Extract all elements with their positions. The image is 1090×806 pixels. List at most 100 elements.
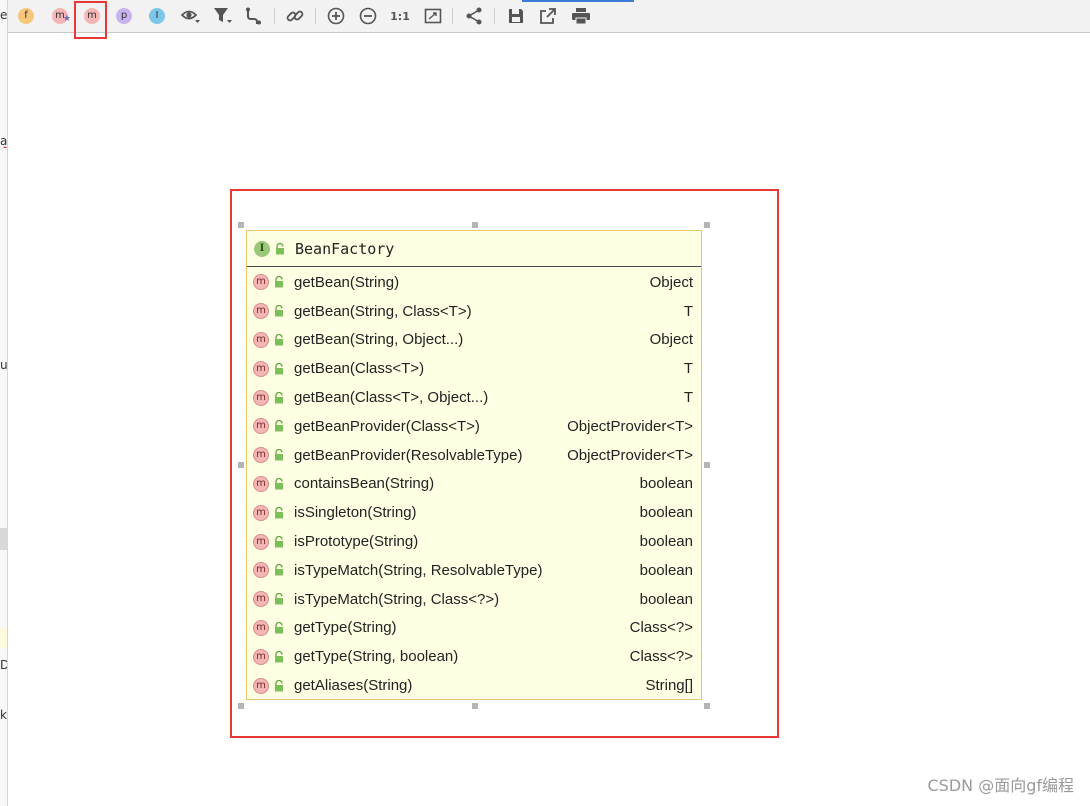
inherited-methods-icon: m ★ [52,8,71,24]
resize-handle[interactable] [472,703,478,709]
method-return-type: Object [649,273,693,291]
method-icon: m [253,475,269,492]
public-access-icon [275,535,283,548]
export-icon [540,8,556,24]
method-signature: getType(String) [294,619,397,637]
method-icon: m [253,447,269,464]
public-access-icon [275,621,283,634]
method-icon: m [253,619,269,636]
method-row[interactable]: m getType(String) Class<?> [247,614,701,643]
resize-handle[interactable] [704,222,710,228]
export-button[interactable] [538,6,558,26]
public-access-icon [275,420,283,432]
method-signature: isTypeMatch(String, ResolvableType) [294,561,543,579]
method-icon: m [253,562,269,579]
gutter-selection [0,528,7,550]
public-access-icon [275,305,283,317]
show-properties-button[interactable]: p [114,6,134,26]
filter-button[interactable] [213,6,233,26]
resize-handle[interactable] [704,703,710,709]
edge-route-icon [246,7,261,25]
resize-handle[interactable] [238,222,244,228]
method-return-type: boolean [639,533,693,551]
method-row[interactable]: m isTypeMatch(String, ResolvableType) bo… [247,556,701,585]
method-return-type: T [683,360,693,378]
gutter-glyph: e [0,8,7,22]
resize-handle[interactable] [704,462,710,468]
fit-content-icon [424,8,442,24]
node-header: I BeanFactory [247,231,701,267]
public-access-icon [275,362,283,375]
method-row[interactable]: m getBean(String, Class<T>) T [247,297,701,326]
gutter-glyph: D [0,658,7,672]
method-return-type: String[] [645,677,693,695]
method-row[interactable]: m getBeanProvider(Class<T>) ObjectProvid… [247,412,701,441]
method-row[interactable]: m getBeanProvider(ResolvableType) Object… [247,441,701,470]
public-access-icon [275,477,283,490]
method-row[interactable]: m getBean(String, Object...) Object [247,326,701,355]
eye-icon [180,10,200,23]
uml-interface-node[interactable]: I BeanFactory m getBean(String) Object m… [246,230,702,700]
resize-handle[interactable] [472,222,478,228]
toolbar-separator [315,8,316,24]
show-links-button[interactable] [285,6,305,26]
show-inherited-button[interactable]: m ★ [50,6,71,26]
zoom-out-button[interactable] [358,6,378,26]
method-row[interactable]: m getBean(String) Object [247,268,701,297]
method-signature: containsBean(String) [294,475,435,493]
method-row[interactable]: m isPrototype(String) boolean [247,527,701,556]
method-row[interactable]: m getAliases(String) String[] [247,671,701,700]
watermark: CSDN @面向gf编程 [927,776,1075,795]
method-signature: getBean(Class<T>) [294,360,425,378]
save-button[interactable] [506,6,526,26]
show-fields-button[interactable]: f [16,6,36,26]
method-signature: getType(String, boolean) [294,648,459,666]
layout-button[interactable] [464,6,484,26]
public-access-icon [275,679,283,692]
gutter-highlight [0,628,7,648]
resize-handle[interactable] [238,703,244,709]
method-icon: m [253,504,269,521]
tree-layout-icon [466,7,482,25]
inner-classes-icon: I [149,8,165,24]
toolbar-separator [452,8,453,24]
link-icon [286,10,304,22]
show-inner-classes-button[interactable]: I [147,6,167,26]
method-return-type: boolean [639,504,693,522]
method-row[interactable]: m isTypeMatch(String, Class<?>) boolean [247,585,701,614]
actual-size-button[interactable]: 1:1 [390,6,410,26]
public-access-icon [275,276,283,288]
method-icon: m [253,389,269,406]
actual-size-label: 1:1 [390,9,410,23]
method-return-type: boolean [639,590,693,608]
public-access-icon [275,333,283,346]
method-row[interactable]: m isSingleton(String) boolean [247,498,701,527]
method-signature: getAliases(String) [294,677,413,695]
method-row[interactable]: m getType(String, boolean) Class<?> [247,642,701,671]
resize-handle[interactable] [238,462,244,468]
visibility-button[interactable] [180,6,200,26]
zoom-in-button[interactable] [326,6,346,26]
toolbar-separator [274,8,275,24]
filter-icon [214,8,232,23]
gutter-glyph: k [0,708,7,722]
fit-content-button[interactable] [423,6,443,26]
method-icon: m [253,648,269,665]
method-row[interactable]: m getBean(Class<T>, Object...) T [247,383,701,412]
public-access-icon [275,506,283,519]
gutter-glyph: u [0,358,7,372]
method-signature: getBeanProvider(Class<T>) [294,417,480,435]
public-access-icon [275,564,283,576]
method-return-type: ObjectProvider<T> [567,417,693,435]
method-return-type: T [683,302,693,320]
method-icon: m [253,418,269,435]
method-row[interactable]: m getBean(Class<T>) T [247,354,701,383]
zoom-in-icon [327,7,345,25]
toolbar-separator [494,8,495,24]
method-return-type: Class<?> [629,648,693,666]
method-icon: m [253,533,269,550]
print-button[interactable] [571,6,591,26]
method-row[interactable]: m containsBean(String) boolean [247,470,701,499]
show-dependencies-button[interactable] [244,6,264,26]
method-signature: isSingleton(String) [294,504,417,522]
